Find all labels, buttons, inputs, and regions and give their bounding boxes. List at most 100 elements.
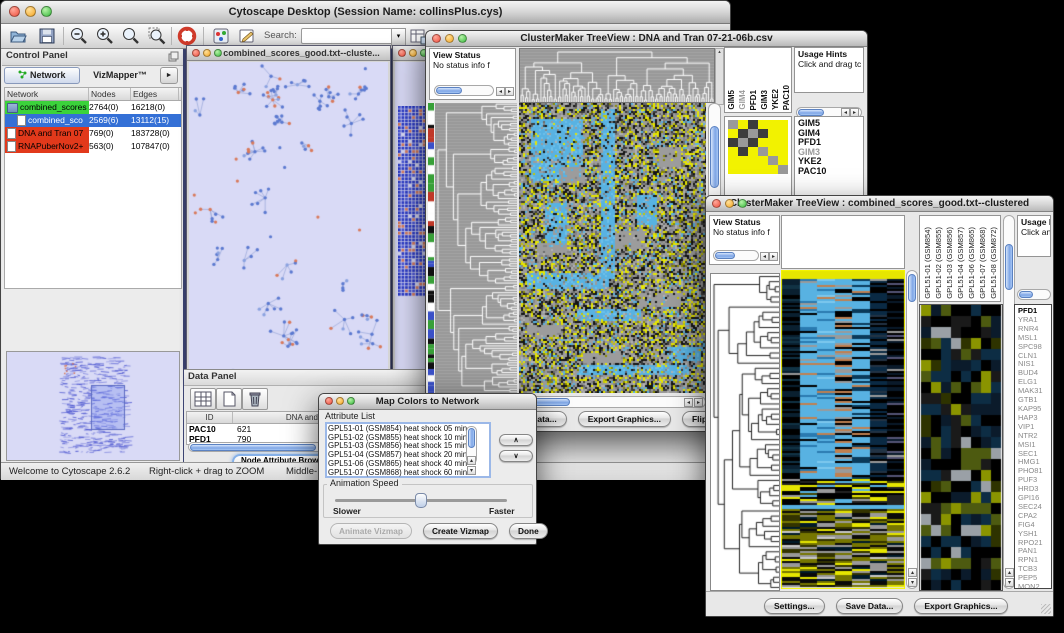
tv1-mini-scroll-strip[interactable]: ▴	[715, 48, 724, 105]
zoom-button[interactable]	[738, 199, 747, 208]
open-file-icon[interactable]	[8, 26, 28, 46]
tv2-action-button[interactable]: Settings...	[764, 598, 825, 614]
minimize-button[interactable]	[203, 49, 211, 57]
vizmapper-icon[interactable]	[211, 26, 231, 46]
column-label[interactable]: GPL51-01 (GSM854)	[923, 227, 933, 299]
treeview1-title-bar[interactable]: ClusterMaker TreeView : DNA and Tran 07-…	[426, 31, 867, 47]
scroll-down-arrow[interactable]: ▾	[1005, 578, 1014, 587]
tv1-action-button[interactable]: Export Graphics...	[578, 411, 671, 427]
column-label[interactable]: GIM5	[727, 90, 737, 110]
tv2-zoom-heatmap[interactable]	[919, 304, 1003, 591]
zoom-button[interactable]	[347, 397, 355, 405]
minimize-button[interactable]	[336, 397, 344, 405]
minimize-button[interactable]	[409, 49, 417, 57]
zoom-button[interactable]	[214, 49, 222, 57]
dialog-action-button[interactable]: Animate Vizmap	[330, 523, 412, 539]
network-row[interactable]: RNAPuberNov2+ 563(0) 107847(0)	[5, 140, 181, 153]
float-panel-icon[interactable]	[168, 51, 179, 62]
column-label[interactable]: PAC10	[782, 85, 792, 110]
network-overview-panel[interactable]	[6, 351, 180, 461]
close-button[interactable]	[9, 6, 20, 17]
minimize-button[interactable]	[445, 34, 454, 43]
minimize-button[interactable]	[25, 6, 36, 17]
zoom-selected-icon[interactable]	[147, 26, 167, 46]
zoom-out-icon[interactable]	[69, 26, 89, 46]
column-label[interactable]: GPL51-02 (GSM855)	[934, 227, 944, 299]
minimize-button[interactable]	[725, 199, 734, 208]
scroll-up-arrow[interactable]: ▴	[1005, 568, 1014, 577]
tv2-action-button[interactable]: Export Graphics...	[914, 598, 1007, 614]
tv1-column-dendrogram[interactable]	[519, 48, 715, 103]
delete-attribute-trash-icon[interactable]	[242, 388, 268, 410]
scroll-down-arrow[interactable]: ▾	[467, 466, 476, 475]
scroll-thumb[interactable]	[710, 126, 719, 188]
main-title-bar[interactable]: Cytoscape Desktop (Session Name: collins…	[1, 1, 730, 24]
zoom-fit-icon[interactable]	[121, 26, 141, 46]
network-row[interactable]: combined_scores 2764(0) 16218(0)	[5, 101, 181, 114]
network-row[interactable]: combined_sco 2569(6) 13112(15)	[5, 114, 181, 127]
scroll-thumb[interactable]	[1005, 244, 1013, 290]
gene-label[interactable]: PAC10	[798, 167, 863, 177]
tv1-status-scrollbar[interactable]	[434, 85, 494, 96]
animation-slider-thumb[interactable]	[415, 493, 427, 508]
column-label[interactable]: GPL51-06 (GSM865)	[967, 227, 977, 299]
close-button[interactable]	[432, 34, 441, 43]
column-label[interactable]: GIM3	[760, 90, 770, 110]
col-network[interactable]: Network	[5, 88, 89, 100]
scroll-thumb[interactable]	[190, 444, 316, 451]
resize-grip[interactable]	[1041, 604, 1051, 614]
close-button[interactable]	[325, 397, 333, 405]
close-button[interactable]	[712, 199, 721, 208]
search-input[interactable]	[301, 28, 395, 44]
dialog-title-bar[interactable]: Map Colors to Network	[319, 394, 536, 410]
col-nodes[interactable]: Nodes	[89, 88, 131, 100]
scroll-up-arrow[interactable]: ▴	[908, 568, 917, 577]
scroll-thumb[interactable]	[798, 109, 824, 116]
tab-vizmapper[interactable]: VizMapper™	[82, 67, 158, 84]
dialog-action-button[interactable]: Done	[509, 523, 548, 539]
attribute-table-icon[interactable]	[190, 388, 216, 410]
column-label[interactable]: GIM4	[738, 90, 748, 110]
tv1-heatmap[interactable]	[519, 103, 706, 393]
tv2-heatmap[interactable]	[781, 270, 905, 589]
move-down-button[interactable]: ∨	[499, 450, 533, 462]
column-label[interactable]: GPL51-03 (GSM856)	[945, 227, 955, 299]
dialog-action-button[interactable]: Create Vizmap	[423, 523, 498, 539]
scroll-up-arrow[interactable]: ▴	[467, 456, 476, 465]
attribute-item[interactable]: GPL51-07 (GSM868) heat shock 60 min	[328, 469, 476, 478]
scroll-thumb[interactable]	[436, 87, 462, 94]
save-icon[interactable]	[37, 26, 57, 46]
network1-canvas[interactable]	[190, 63, 386, 375]
new-attribute-icon[interactable]	[216, 388, 242, 410]
scroll-left-arrow[interactable]: ◂	[760, 252, 769, 261]
close-button[interactable]	[192, 49, 200, 57]
scroll-thumb[interactable]	[715, 252, 735, 259]
help-lifering-icon[interactable]	[177, 26, 197, 46]
search-dropdown-button[interactable]: ▾	[391, 28, 406, 46]
zoom-button[interactable]	[41, 6, 52, 17]
annotation-icon[interactable]	[237, 26, 257, 46]
tv2-row-dendrogram[interactable]	[710, 273, 780, 591]
scroll-left-arrow[interactable]: ◂	[684, 398, 693, 407]
column-label[interactable]: YKE2	[771, 89, 781, 110]
gene-label[interactable]: MON2	[1018, 583, 1051, 589]
tv1-hscrollbar[interactable]: ◂ ▸	[519, 396, 706, 408]
scroll-thumb[interactable]	[908, 274, 916, 302]
column-label[interactable]: GPL51-07 (GSM868)	[978, 227, 988, 299]
network-row[interactable]: DNA and Tran 07 769(0) 183728(0)	[5, 127, 181, 140]
overview-canvas[interactable]	[7, 352, 177, 458]
column-label[interactable]: GPL51-04 (GSM857)	[956, 227, 966, 299]
scroll-thumb[interactable]	[468, 428, 475, 448]
zoom-in-icon[interactable]	[95, 26, 115, 46]
tab-overflow-arrow[interactable]: ►	[160, 67, 178, 84]
column-label[interactable]: PFD1	[749, 90, 759, 110]
tv2-status-scrollbar[interactable]	[713, 250, 759, 261]
network1-title-bar[interactable]: combined_scores_good.txt--cluste...	[187, 46, 390, 61]
col-id[interactable]: ID	[187, 412, 233, 423]
tv1-row-dendrogram[interactable]	[435, 103, 517, 393]
column-label[interactable]: GPL51-08 (GSM872)	[989, 227, 999, 299]
tv2-usage-scrollbar[interactable]	[1017, 289, 1051, 300]
zoom-button[interactable]	[458, 34, 467, 43]
col-edges[interactable]: Edges	[131, 88, 179, 100]
scroll-right-arrow[interactable]: ▸	[505, 87, 514, 96]
